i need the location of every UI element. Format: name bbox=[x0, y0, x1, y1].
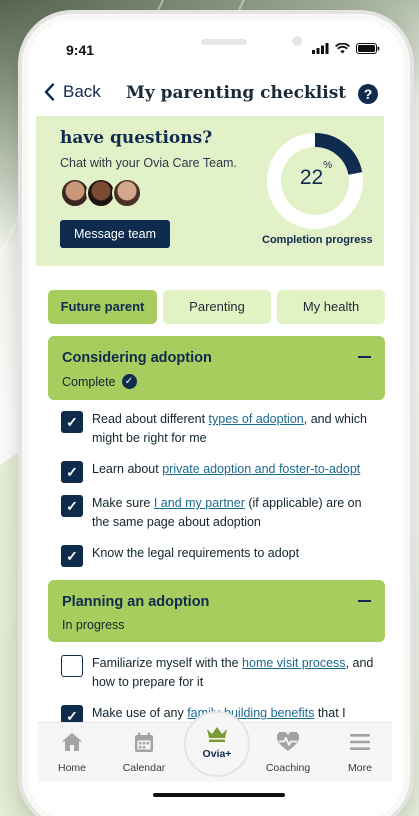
checklist-item: ✓ Make sure I and my partner (if applica… bbox=[61, 494, 381, 532]
back-button[interactable]: Back bbox=[44, 82, 101, 102]
completion-label: Completion progress bbox=[262, 234, 373, 246]
checklist-item: ✓ Read about different types of adoption… bbox=[61, 410, 381, 448]
completion-unit: % bbox=[323, 160, 333, 171]
calendar-icon bbox=[135, 732, 153, 752]
nav-calendar[interactable]: Calendar bbox=[114, 729, 174, 774]
tab-future-parent[interactable]: Future parent bbox=[48, 290, 157, 324]
checklist-tabs: Future parent Parenting My health bbox=[48, 290, 385, 324]
section-considering-adoption[interactable]: Considering adoption Complete ✓ bbox=[48, 336, 385, 400]
nav-label: Home bbox=[57, 762, 86, 774]
help-icon[interactable]: ? bbox=[358, 84, 378, 104]
section-status-label: In progress bbox=[62, 618, 125, 632]
page-title: My parenting checklist bbox=[126, 83, 347, 103]
checkbox-checked[interactable]: ✓ bbox=[61, 495, 83, 517]
care-subtext: Chat with your Ovia Care Team. bbox=[60, 156, 237, 170]
item-text: Make sure I and my partner (if applicabl… bbox=[92, 496, 362, 529]
completion-percent: 22% bbox=[294, 160, 338, 190]
bottom-nav: Home Calendar Ovia+ Coaching More bbox=[38, 711, 392, 782]
nav-label: Calendar bbox=[122, 762, 166, 774]
status-bar: 9:41 bbox=[30, 32, 384, 62]
section-title: Considering adoption bbox=[62, 350, 212, 366]
item-text: Familiarize myself with the home visit p… bbox=[92, 656, 374, 689]
speaker-notch bbox=[201, 39, 247, 45]
avatar bbox=[112, 178, 142, 208]
nav-label: Coaching bbox=[265, 762, 311, 774]
menu-icon bbox=[350, 734, 370, 750]
section-status: In progress bbox=[62, 618, 125, 632]
checkbox-unchecked[interactable] bbox=[61, 655, 83, 677]
care-team-banner: have questions? Chat with your Ovia Care… bbox=[36, 116, 384, 266]
checklist-item: ✓ Learn about private adoption and foste… bbox=[61, 460, 381, 483]
collapse-icon[interactable] bbox=[358, 356, 371, 358]
nav-ovia-plus[interactable]: Ovia+ bbox=[184, 711, 250, 777]
section-title: Planning an adoption bbox=[62, 594, 210, 610]
status-time: 9:41 bbox=[66, 42, 95, 58]
signal-icon bbox=[312, 43, 329, 54]
nav-coaching[interactable]: Coaching bbox=[258, 729, 318, 774]
care-team-avatars bbox=[60, 178, 142, 208]
wifi-icon bbox=[335, 43, 350, 54]
nav-label: Ovia+ bbox=[202, 748, 232, 760]
home-indicator bbox=[153, 793, 285, 797]
check-circle-icon: ✓ bbox=[121, 374, 137, 389]
checklist-item: Familiarize myself with the home visit p… bbox=[61, 654, 381, 692]
home-icon bbox=[62, 733, 82, 751]
checkbox-checked[interactable]: ✓ bbox=[61, 411, 83, 433]
item-text: Read about different types of adoption, … bbox=[92, 412, 367, 445]
item-link[interactable]: I and my partner bbox=[154, 496, 245, 510]
section-status-label: Complete bbox=[62, 374, 116, 389]
section-planning-adoption[interactable]: Planning an adoption In progress bbox=[48, 580, 385, 642]
checkbox-checked[interactable]: ✓ bbox=[61, 545, 83, 567]
item-text: Learn about private adoption and foster-… bbox=[92, 462, 361, 476]
message-team-button[interactable]: Message team bbox=[60, 220, 170, 248]
collapse-icon[interactable] bbox=[358, 600, 371, 602]
checkbox-checked[interactable]: ✓ bbox=[61, 461, 83, 483]
status-icons bbox=[312, 43, 380, 54]
item-text: Know the legal requirements to adopt bbox=[92, 546, 300, 560]
care-heading: have questions? bbox=[60, 128, 213, 148]
nav-header: Back My parenting checklist ? bbox=[38, 80, 392, 110]
battery-icon bbox=[356, 43, 380, 54]
nav-more[interactable]: More bbox=[330, 729, 390, 774]
tab-my-health[interactable]: My health bbox=[277, 290, 385, 324]
back-label: Back bbox=[63, 82, 101, 101]
checklist-item: ✓ Know the legal requirements to adopt bbox=[61, 544, 381, 567]
item-link[interactable]: types of adoption bbox=[209, 412, 304, 426]
crown-icon bbox=[207, 727, 227, 742]
camera-dot bbox=[292, 36, 302, 46]
heart-pulse-icon bbox=[276, 732, 300, 751]
nav-label: More bbox=[348, 762, 372, 774]
item-link[interactable]: private adoption and foster-to-adopt bbox=[162, 462, 360, 476]
chevron-left-icon bbox=[44, 83, 55, 101]
tab-parenting[interactable]: Parenting bbox=[163, 290, 271, 324]
section-status: Complete ✓ bbox=[62, 374, 137, 389]
nav-home[interactable]: Home bbox=[42, 729, 102, 774]
completion-value: 22 bbox=[299, 166, 324, 189]
item-link[interactable]: home visit process bbox=[242, 656, 346, 670]
